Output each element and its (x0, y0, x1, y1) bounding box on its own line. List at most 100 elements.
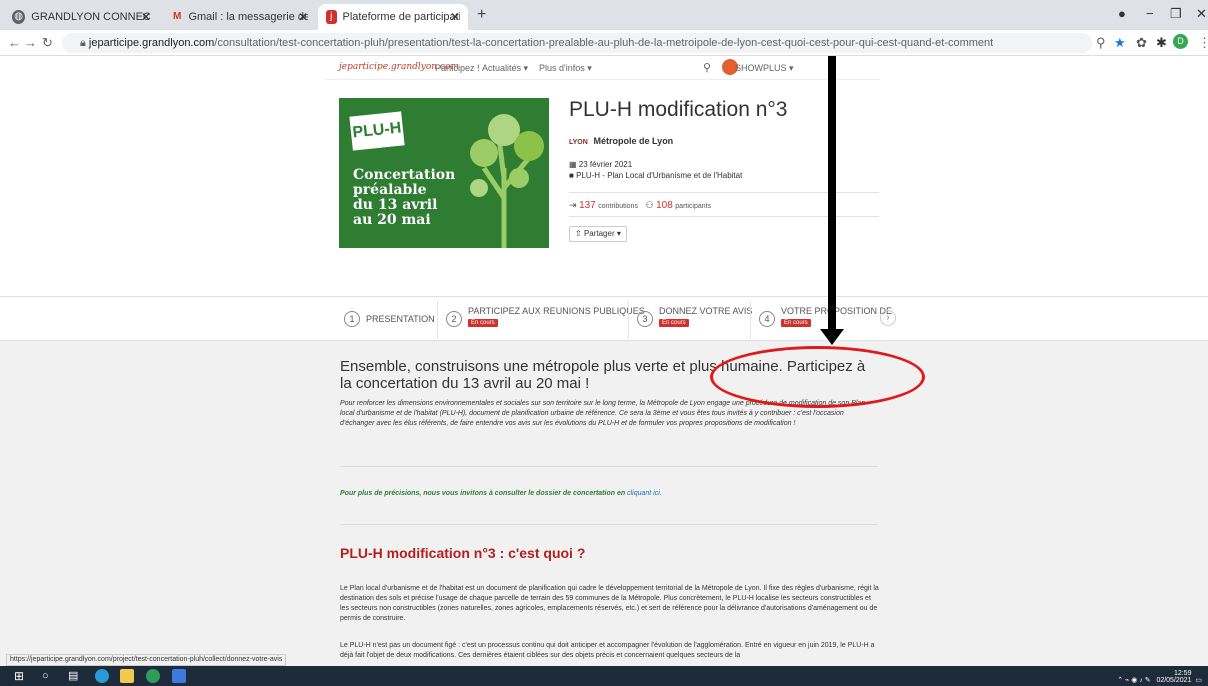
organization-name[interactable]: Métropole de Lyon (594, 136, 674, 146)
browser-tab-strip: ◍ GRANDLYON CONNECT ✕ M Gmail : la messa… (0, 0, 1208, 30)
status-badge: En cours (659, 319, 689, 327)
globe-icon: ◍ (12, 10, 26, 24)
theme-text[interactable]: PLU-H - Plan Local d'Urbanisme et de l'H… (576, 171, 742, 180)
step-label: PARTICIPEZ AUX REUNIONS PUBLIQUES (468, 306, 645, 316)
step-number: 4 (759, 311, 775, 327)
tray-icons: ⌃ ⌁ ◉ ♪ ✎ (1117, 677, 1151, 684)
file-explorer-icon[interactable] (120, 669, 134, 683)
project-theme: ■ PLU-H - Plan Local d'Urbanisme et de l… (569, 171, 742, 180)
annotation-arrow-head (820, 329, 844, 345)
search-icon[interactable]: ○ (42, 669, 56, 683)
close-icon[interactable]: ✕ (141, 10, 151, 24)
close-icon[interactable]: ✕ (450, 10, 460, 24)
notifications-icon: ▭ (1195, 677, 1202, 684)
tab-gmail[interactable]: M Gmail : la messagerie de Google ✕ (164, 4, 316, 30)
divider (340, 466, 878, 467)
step-label: PRESENTATION (366, 314, 435, 324)
nav-actualites[interactable]: Actualités ▾ (482, 63, 528, 74)
step-label: DONNEZ VOTRE AVIS (659, 306, 753, 316)
site-header: jeparticipe.grandlyon.com Participez ! A… (325, 56, 880, 80)
tab-title: Gmail : la messagerie de Google (188, 11, 308, 23)
clock: 12:59 02/05/2021 (1156, 670, 1191, 684)
nav-plus-infos[interactable]: Plus d'infos ▾ (539, 63, 592, 74)
close-icon[interactable]: ✕ (298, 10, 308, 24)
back-icon[interactable]: ← (8, 35, 21, 50)
webpage: jeparticipe.grandlyon.com Participez ! A… (0, 56, 1208, 666)
project-title: PLU-H modification n°3 (569, 98, 788, 121)
more-info-text: Pour plus de précisions, nous vous invit… (340, 490, 626, 497)
forward-icon[interactable]: → (24, 35, 37, 50)
task-view-icon[interactable]: ▤ (68, 669, 82, 683)
share-icon: ⇧ (575, 229, 582, 238)
search-icon[interactable]: ⚲ (703, 61, 711, 74)
step-label: VOTRE PROPOSITION DE (781, 306, 893, 316)
profile-dot-icon[interactable]: ● (1118, 6, 1126, 21)
annotation-arrow (828, 56, 836, 329)
url-field[interactable]: 🔒︎ jeparticipe.grandlyon.com/consultatio… (62, 33, 1092, 53)
step-reunions[interactable]: 2 PARTICIPEZ AUX REUNIONS PUBLIQUES En c… (446, 306, 645, 327)
calendar-icon: ▦ (569, 160, 577, 169)
date-text: 23 février 2021 (578, 160, 633, 169)
step-number: 1 (344, 311, 360, 327)
step-votre-proposition[interactable]: 4 VOTRE PROPOSITION DE En cours (759, 306, 892, 327)
folder-icon: ■ (569, 171, 574, 180)
step-donnez-avis[interactable]: 3 DONNEZ VOTRE AVIS En cours (637, 306, 752, 327)
clock-time: 12:59 (1173, 670, 1192, 677)
minimize-icon[interactable]: − (1146, 6, 1154, 21)
contributions-count: 137 (579, 200, 596, 211)
user-menu[interactable]: SHOWPLUS ▾ (735, 63, 794, 74)
annotation-circle (710, 346, 925, 408)
tab-title: GRANDLYON CONNECT (31, 11, 151, 23)
status-bar-url: https://jeparticipe.grandlyon.com/projec… (6, 654, 287, 666)
tab-grandlyon-connect[interactable]: ◍ GRANDLYON CONNECT ✕ (4, 4, 159, 30)
chevron-right-icon[interactable]: › (880, 310, 896, 326)
dossier-link[interactable]: cliquant ici. (627, 490, 662, 497)
contributions-icon: ⇥ (569, 200, 577, 210)
zoom-icon[interactable]: ⚲ (1096, 35, 1106, 51)
nav-participez[interactable]: Participez ! (435, 63, 480, 73)
new-tab-button[interactable]: + (477, 6, 486, 24)
contributions-label: contributions (598, 203, 638, 210)
lyon-logo: LYON (569, 139, 588, 146)
section-paragraph-2: Le PLU-H n'est pas un document figé : c'… (340, 642, 875, 659)
step-separator (628, 301, 629, 339)
tab-title: Plateforme de participation citoy (342, 11, 460, 23)
step-separator (750, 301, 751, 339)
windows-start-icon[interactable]: ⊞ (14, 669, 28, 683)
status-badge: En cours (468, 319, 498, 327)
jeparticipe-icon: j (326, 10, 337, 24)
edge-icon[interactable] (95, 669, 109, 683)
share-button[interactable]: ⇧ Partager ▾ (569, 226, 627, 242)
project-date: ▦ 23 février 2021 (569, 160, 632, 169)
chrome-icon[interactable] (146, 669, 160, 683)
project-steps: 1 PRESENTATION 2 PARTICIPEZ AUX REUNIONS… (0, 296, 1208, 341)
clock-date: 02/05/2021 (1156, 677, 1192, 684)
participants-label: participants (675, 203, 712, 210)
bookmark-star-icon[interactable]: ★ (1114, 35, 1126, 51)
lock-icon: 🔒︎ (80, 37, 86, 49)
step-presentation[interactable]: 1 PRESENTATION (344, 311, 435, 327)
participants-count: 108 (656, 200, 673, 211)
step-number: 3 (637, 311, 653, 327)
address-bar: ← → ↻ 🔒︎ jeparticipe.grandlyon.com/consu… (0, 30, 1208, 56)
tree-hands-illustration (470, 114, 544, 248)
restore-icon[interactable]: ❐ (1170, 6, 1182, 22)
reload-icon[interactable]: ↻ (42, 35, 53, 51)
tab-plateforme-participation[interactable]: j Plateforme de participation citoy ✕ (318, 4, 468, 30)
menu-icon[interactable]: ⋮ (1198, 35, 1208, 51)
url-path: /consultation/test-concertation-pluh/pre… (214, 37, 994, 49)
close-window-icon[interactable]: ✕ (1196, 6, 1207, 22)
pluh-logo: PLU-H (349, 111, 405, 151)
organization: LYON Métropole de Lyon (569, 136, 673, 146)
extension-icon[interactable]: ✿ (1136, 35, 1147, 51)
section-heading: PLU-H modification n°3 : c'est quoi ? (340, 545, 586, 561)
system-tray[interactable]: ⌃ ⌁ ◉ ♪ ✎ 12:59 02/05/2021 ▭ (1117, 670, 1202, 684)
hero-caption: Concertation préalable du 13 avril au 20… (353, 167, 456, 228)
gmail-icon: M (173, 11, 182, 22)
project-stats: ⇥ 137 contributions ⚇ 108 participants (569, 200, 711, 211)
more-info: Pour plus de précisions, nous vous invit… (340, 490, 662, 497)
puzzle-icon[interactable]: ✱ (1156, 35, 1167, 51)
participants-icon: ⚇ (645, 200, 654, 210)
profile-avatar[interactable]: D (1173, 34, 1188, 49)
app-icon[interactable] (172, 669, 186, 683)
